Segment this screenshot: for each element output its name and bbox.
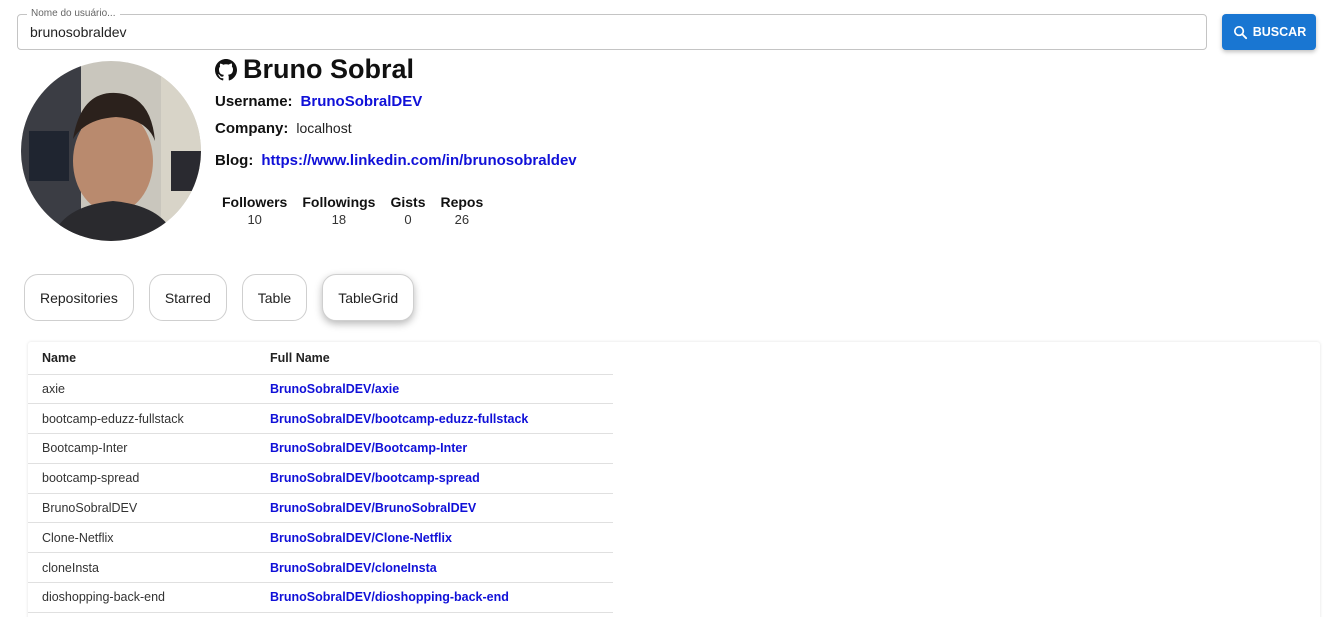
repo-full-name-link[interactable]: BrunoSobralDEV/BrunoSobralDEV xyxy=(256,493,613,524)
stat-label: Followers xyxy=(222,194,288,210)
view-tabs: Repositories Starred Table TableGrid xyxy=(24,274,415,321)
stat-label: Repos xyxy=(440,194,484,210)
company-label: Company: xyxy=(215,120,289,137)
company-value: localhost xyxy=(296,120,352,136)
blog-row: Blog: https://www.linkedin.com/in/brunos… xyxy=(215,152,577,169)
repo-full-name-link[interactable]: BrunoSobralDEV/axie xyxy=(256,374,613,405)
tab-repositories[interactable]: Repositories xyxy=(24,274,134,321)
tab-tablegrid[interactable]: TableGrid xyxy=(322,274,415,321)
stat-gists: Gists 0 xyxy=(390,194,425,227)
tab-starred[interactable]: Starred xyxy=(148,274,227,321)
avatar xyxy=(21,61,201,241)
repo-name-cell: BrunoSobralDEV xyxy=(28,493,256,524)
repo-full-name-link[interactable]: BrunoSobralDEV/bootcamp-eduzz-fullstack xyxy=(256,403,613,435)
username-label: Username: xyxy=(215,93,293,110)
company-row: Company: localhost xyxy=(215,120,352,137)
table-row[interactable]: BrunoSobralDEV BrunoSobralDEV/BrunoSobral… xyxy=(28,493,613,524)
stat-value: 26 xyxy=(454,212,470,227)
username-input[interactable] xyxy=(30,15,1196,49)
github-icon xyxy=(215,58,237,80)
table-row[interactable]: Clone-Netflix BrunoSobralDEV/Clone-Netfli… xyxy=(28,522,613,554)
repo-full-name-link[interactable]: BrunoSobralDEV/Bootcamp-Inter xyxy=(256,433,613,464)
profile-name-text: Bruno Sobral xyxy=(243,54,415,84)
username-row: Username: BrunoSobralDEV xyxy=(215,93,422,110)
column-header-full-name[interactable]: Full Name xyxy=(256,342,613,375)
repo-name-cell: dioshopping-back-end xyxy=(28,582,256,613)
repo-name-cell: bootcamp-spread xyxy=(28,463,256,494)
table-row[interactable]: Bootcamp-Inter BrunoSobralDEV/Bootcamp-In… xyxy=(28,433,613,464)
repo-name-cell: cloneInsta xyxy=(28,552,256,584)
blog-label: Blog: xyxy=(215,152,254,169)
username-search-field: Nome do usuário... xyxy=(17,7,1207,50)
table-row[interactable]: bootcamp-eduzz-fullstack BrunoSobralDEV/b… xyxy=(28,403,613,435)
table-row[interactable]: dioshopping-back-end BrunoSobralDEV/diosh… xyxy=(28,582,613,613)
table-header-row: Name Full Name xyxy=(28,342,613,375)
table-row[interactable]: bootcamp-spread BrunoSobralDEV/bootcamp-s… xyxy=(28,463,613,494)
profile-name: Bruno Sobral xyxy=(215,54,414,85)
stat-value: 18 xyxy=(331,212,347,227)
repos-table-card: Name Full Name axie BrunoSobralDEV/axie bo… xyxy=(28,342,1320,617)
search-button-label: BUSCAR xyxy=(1252,25,1307,39)
repo-full-name-link[interactable]: BrunoSobralDEV/cloneInsta xyxy=(256,552,613,584)
tab-table[interactable]: Table xyxy=(241,274,308,321)
repo-full-name-link[interactable]: BrunoSobralDEV/dioshopping-back-end xyxy=(256,582,613,613)
username-link[interactable]: BrunoSobralDEV xyxy=(301,93,423,110)
search-icon xyxy=(1233,25,1247,39)
repos-table: Name Full Name axie BrunoSobralDEV/axie bo… xyxy=(28,342,613,613)
profile-stats: Followers 10 Followings 18 Gists 0 Repos… xyxy=(222,194,483,227)
stat-followings: Followings 18 xyxy=(302,194,375,227)
stat-value: 0 xyxy=(404,212,412,227)
stat-value: 10 xyxy=(247,212,262,227)
repo-full-name-link[interactable]: BrunoSobralDEV/Clone-Netflix xyxy=(256,522,613,554)
repo-full-name-link[interactable]: BrunoSobralDEV/bootcamp-spread xyxy=(256,463,613,494)
search-button[interactable]: BUSCAR xyxy=(1222,14,1316,50)
column-header-name[interactable]: Name xyxy=(28,342,256,375)
repo-name-cell: Clone-Netflix xyxy=(28,522,256,554)
stat-label: Gists xyxy=(390,194,426,210)
table-row[interactable]: cloneInsta BrunoSobralDEV/cloneInsta xyxy=(28,552,613,584)
repo-name-cell: axie xyxy=(28,374,256,405)
repo-name-cell: Bootcamp-Inter xyxy=(28,433,256,464)
blog-link[interactable]: https://www.linkedin.com/in/brunosobrald… xyxy=(261,152,576,169)
stat-repos: Repos 26 xyxy=(440,194,483,227)
table-row[interactable]: axie BrunoSobralDEV/axie xyxy=(28,374,613,405)
repo-name-cell: bootcamp-eduzz-fullstack xyxy=(28,403,256,435)
stat-followers: Followers 10 xyxy=(222,194,287,227)
stat-label: Followings xyxy=(302,194,376,210)
